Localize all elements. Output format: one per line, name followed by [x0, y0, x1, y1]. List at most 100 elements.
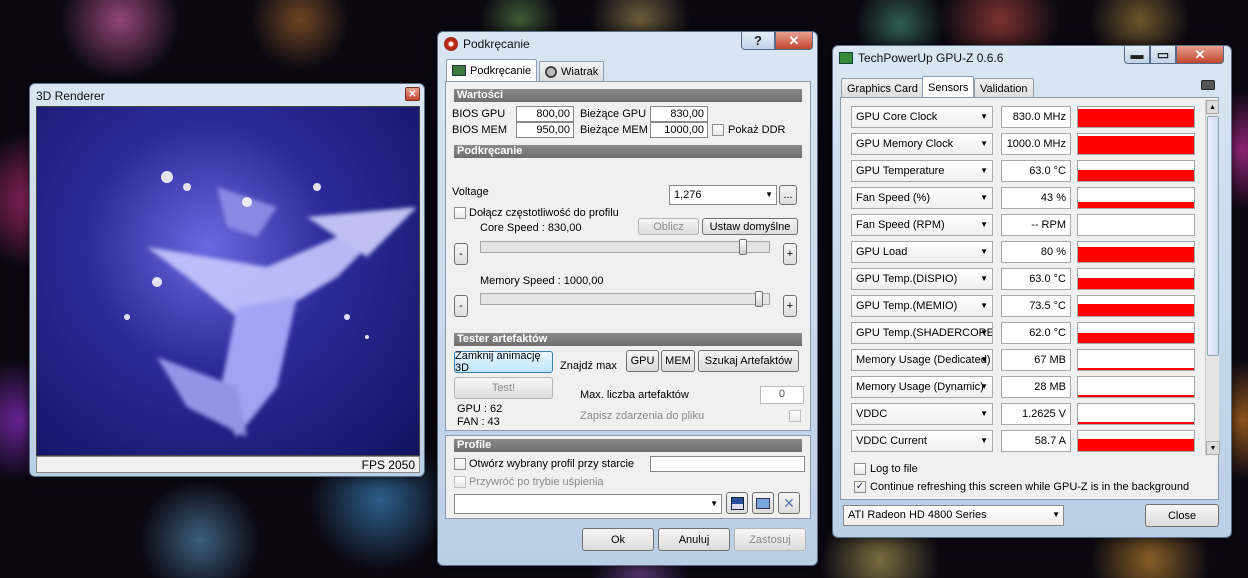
sensor-graph	[1077, 322, 1195, 344]
sensor-name-select[interactable]: GPU Temp.(MEMIO) ▼	[851, 295, 993, 317]
ok-button[interactable]: Ok	[582, 528, 654, 551]
cancel-button[interactable]: Anuluj	[658, 528, 730, 551]
save-events-checkbox[interactable]	[789, 410, 801, 422]
log-to-file-checkbox[interactable]	[854, 463, 866, 475]
renderer-close-button[interactable]: ✕	[405, 87, 420, 101]
voltage-label: Voltage	[452, 186, 489, 198]
save-profile-button[interactable]	[726, 492, 748, 514]
test-button[interactable]: Test!	[454, 377, 553, 399]
renderer-titlebar[interactable]: 3D Renderer	[30, 84, 424, 108]
sensor-name: GPU Core Clock	[856, 111, 938, 123]
sensor-name-select[interactable]: VDDC ▼	[851, 403, 993, 425]
sensor-graph-bar	[1078, 278, 1194, 289]
tab-sensors[interactable]: Sensors	[922, 76, 975, 98]
sensor-value: 63.0 °C	[1001, 160, 1071, 182]
memory-plus-button[interactable]: +	[783, 295, 797, 317]
sensor-name-select[interactable]: Fan Speed (%) ▼	[851, 187, 993, 209]
sensor-graph	[1077, 295, 1195, 317]
sensor-row: Memory Usage (Dynamic) ▼ 28 MB	[851, 376, 1205, 400]
sensor-graph-bar	[1078, 109, 1194, 127]
sensor-name-select[interactable]: GPU Load ▼	[851, 241, 993, 263]
core-slider-thumb[interactable]	[739, 239, 747, 255]
sensor-name-select[interactable]: Memory Usage (Dedicated) ▼	[851, 349, 993, 371]
sensor-graph	[1077, 187, 1195, 209]
sensor-name: Memory Usage (Dedicated)	[856, 354, 991, 366]
sensor-row: Memory Usage (Dedicated) ▼ 67 MB	[851, 349, 1205, 373]
attach-freq-checkbox[interactable]	[454, 207, 466, 219]
profile-select[interactable]: ▼	[454, 494, 722, 514]
search-artifacts-button[interactable]: Szukaj Artefaktów	[698, 350, 799, 372]
gpuz-close-button[interactable]: Close	[1145, 504, 1219, 527]
sensor-graph	[1077, 241, 1195, 263]
sensor-graph-bar	[1078, 247, 1194, 262]
minimize-button[interactable]: ▬	[1124, 46, 1150, 64]
open-profile-button[interactable]	[752, 492, 774, 514]
sensor-name-select[interactable]: GPU Core Clock ▼	[851, 106, 993, 128]
close-3d-animation-button[interactable]: Zamknij animację 3D	[454, 350, 553, 374]
continue-refresh-checkbox[interactable]: ✓	[854, 481, 866, 493]
tab-overclock[interactable]: Podkręcanie	[446, 59, 538, 81]
voltage-select[interactable]: 1,276 ▼	[669, 185, 777, 205]
help-button[interactable]: ?	[741, 32, 775, 50]
sensor-name-select[interactable]: GPU Temperature ▼	[851, 160, 993, 182]
scroll-down-arrow[interactable]: ▼	[1206, 441, 1220, 455]
apply-button[interactable]: Zastosuj	[734, 528, 806, 551]
profile-name-field[interactable]	[650, 456, 805, 472]
memory-slider-thumb[interactable]	[755, 291, 763, 307]
delete-profile-button[interactable]: ✕	[778, 492, 800, 514]
gpuz-close-window-button[interactable]: ✕	[1176, 46, 1224, 64]
sensor-name: GPU Temp.(MEMIO)	[856, 300, 958, 312]
sensor-graph	[1077, 268, 1195, 290]
fan-icon	[545, 65, 557, 78]
chevron-down-icon: ▼	[980, 112, 988, 121]
calculate-button[interactable]: Oblicz	[638, 218, 699, 235]
core-speed-label: Core Speed : 830,00	[480, 222, 582, 234]
save-events-label: Zapisz zdarzenia do pliku	[580, 410, 705, 422]
voltage-more-button[interactable]: ...	[779, 185, 797, 205]
sensor-name-select[interactable]: Memory Usage (Dynamic) ▼	[851, 376, 993, 398]
sensor-value: 830.0 MHz	[1001, 106, 1071, 128]
sensor-graph-bar	[1078, 368, 1194, 370]
sensor-name-select[interactable]: GPU Memory Clock ▼	[851, 133, 993, 155]
sensor-name-select[interactable]: Fan Speed (RPM) ▼	[851, 214, 993, 236]
graphics-card-select[interactable]: ATI Radeon HD 4800 Series ▼	[843, 505, 1064, 526]
tab-fan[interactable]: Wiatrak	[539, 61, 605, 81]
oc-close-button[interactable]: ✕	[775, 32, 813, 50]
sensor-name-select[interactable]: GPU Temp.(SHADERCORE) ▼	[851, 322, 993, 344]
profiles-header: Profile	[454, 439, 802, 452]
core-minus-button[interactable]: -	[454, 243, 468, 265]
tab-graphics-card[interactable]: Graphics Card	[841, 78, 924, 98]
current-gpu-label: Bieżące GPU	[580, 108, 647, 120]
scroll-thumb[interactable]	[1207, 116, 1219, 356]
sensor-value: 73.5 °C	[1001, 295, 1071, 317]
chevron-down-icon: ▼	[980, 166, 988, 175]
scroll-up-arrow[interactable]: ▲	[1206, 100, 1219, 114]
values-header: Wartości	[454, 89, 802, 102]
show-ddr-checkbox[interactable]	[712, 124, 724, 136]
set-default-button[interactable]: Ustaw domyślne	[702, 218, 798, 235]
core-speed-slider[interactable]	[480, 239, 770, 255]
fps-counter: FPS 2050	[361, 458, 415, 472]
sensor-graph	[1077, 403, 1195, 425]
memory-minus-button[interactable]: -	[454, 295, 468, 317]
sensor-scrollbar[interactable]: ▲ ▼	[1205, 100, 1220, 455]
open-profile-checkbox[interactable]	[454, 458, 466, 470]
chevron-down-icon: ▼	[980, 328, 988, 337]
max-artifacts-field[interactable]: 0	[760, 386, 804, 404]
chevron-down-icon: ▼	[980, 382, 988, 391]
restore-sleep-checkbox[interactable]	[454, 476, 466, 488]
sensor-name-select[interactable]: GPU Temp.(DISPIO) ▼	[851, 268, 993, 290]
tab-validation[interactable]: Validation	[974, 78, 1034, 98]
sensor-name: GPU Load	[856, 246, 908, 258]
continue-refresh-label: Continue refreshing this screen while GP…	[870, 481, 1190, 493]
find-max-mem-button[interactable]: MEM	[661, 350, 695, 372]
maximize-button[interactable]: ▭	[1150, 46, 1176, 64]
tab-overclock-label: Podkręcanie	[470, 64, 532, 77]
bios-mem-field: 950,00	[516, 122, 574, 138]
render-viewport	[36, 106, 420, 456]
find-max-gpu-button[interactable]: GPU	[626, 350, 659, 372]
core-plus-button[interactable]: +	[783, 243, 797, 265]
camera-icon[interactable]	[1201, 80, 1215, 90]
sensor-name-select[interactable]: VDDC Current ▼	[851, 430, 993, 452]
memory-speed-slider[interactable]	[480, 291, 770, 307]
